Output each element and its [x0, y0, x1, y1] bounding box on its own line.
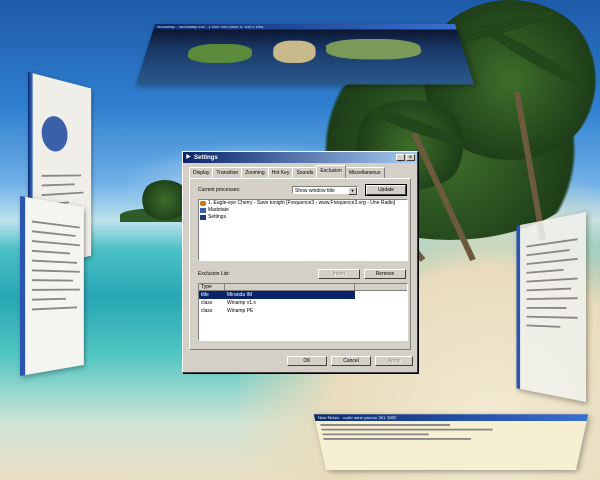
- world-map-image: [136, 29, 474, 84]
- dialog-title: Settings: [194, 155, 395, 161]
- current-processes-label: Current processes:: [198, 187, 240, 193]
- exclusion-type: class: [199, 307, 225, 315]
- list-item[interactable]: Settings: [199, 214, 407, 221]
- floating-window-titlebar[interactable]: [516, 225, 520, 389]
- chevron-down-icon[interactable]: ▼: [348, 187, 357, 195]
- tab-zooming[interactable]: Zooming: [241, 167, 268, 178]
- tab-transition[interactable]: Transition: [212, 167, 242, 178]
- table-row[interactable]: class Winamp v1.x: [199, 299, 407, 307]
- remove-button[interactable]: Remove: [364, 269, 406, 279]
- floating-window-right[interactable]: [516, 212, 586, 402]
- floating-window-titlebar[interactable]: New Notes - carte wine presse 2k1 1002: [314, 414, 588, 421]
- app-icon: ▶: [185, 154, 192, 161]
- process-name: 1. Eagle-eye Cherry - Save tonight [Freq…: [208, 200, 395, 207]
- apply-button[interactable]: Apply: [375, 356, 413, 366]
- exclusion-name: Winamp v1.x: [225, 299, 355, 307]
- logo-icon: [42, 114, 68, 152]
- cancel-button[interactable]: Cancel: [331, 356, 371, 366]
- exclusion-list[interactable]: Type title Miranda IM class Winamp v1.x …: [198, 283, 408, 341]
- exclusion-panel: Current processes: Show window title ▼ U…: [189, 178, 411, 350]
- list-item[interactable]: 1. Eagle-eye Cherry - Save tonight [Freq…: [199, 200, 407, 207]
- exclusion-type: title: [199, 291, 225, 299]
- process-list[interactable]: 1. Eagle-eye Cherry - Save tonight [Freq…: [198, 199, 408, 261]
- process-name: Settings: [208, 214, 226, 221]
- tab-display[interactable]: Display: [189, 167, 213, 178]
- tab-miscellaneous[interactable]: Miscellaneous: [345, 167, 385, 178]
- app-icon: [200, 208, 206, 213]
- tab-exclusion[interactable]: Exclusion: [316, 165, 345, 178]
- settings-app-icon: [200, 215, 206, 220]
- process-name: Madotate: [208, 207, 229, 214]
- settings-dialog: ▶ Settings _ × Display Transition Zoomin…: [182, 151, 418, 373]
- ok-button[interactable]: OK: [287, 356, 327, 366]
- process-filter-select[interactable]: Show window title ▼: [292, 186, 358, 194]
- floating-window-worldmap[interactable]: WorldMap - WorldMap.exe - 1 Gun Vien (Si…: [136, 24, 474, 84]
- eagle-icon: [200, 201, 206, 206]
- tab-strip: Display Transition Zooming Hot Key Sound…: [189, 167, 384, 178]
- exclusion-name: Miranda IM: [225, 291, 355, 299]
- column-header-type[interactable]: Type: [199, 284, 225, 291]
- process-filter-value: Show window title: [295, 188, 335, 194]
- floating-window-left-front[interactable]: [20, 196, 84, 376]
- list-item[interactable]: Madotate: [199, 207, 407, 214]
- exclusion-type: class: [199, 299, 225, 307]
- update-button[interactable]: Update: [366, 185, 406, 195]
- floating-window-notes[interactable]: New Notes - carte wine presse 2k1 1002: [314, 414, 588, 470]
- minimize-icon[interactable]: _: [396, 154, 405, 161]
- insert-button[interactable]: Insert: [318, 269, 360, 279]
- table-row[interactable]: title Miranda IM: [199, 291, 355, 299]
- table-row[interactable]: class Winamp PE: [199, 307, 407, 315]
- exclusion-list-label: Exclusion List:: [198, 271, 230, 277]
- tab-sounds[interactable]: Sounds: [292, 167, 317, 178]
- close-button[interactable]: ×: [406, 154, 415, 161]
- dialog-titlebar[interactable]: ▶ Settings _ ×: [183, 152, 417, 163]
- column-header-name[interactable]: [225, 284, 355, 291]
- exclusion-list-header: Type: [199, 284, 407, 291]
- floating-window-titlebar[interactable]: [20, 196, 25, 376]
- exclusion-name: Winamp PE: [225, 307, 355, 315]
- tab-hot-key[interactable]: Hot Key: [268, 167, 294, 178]
